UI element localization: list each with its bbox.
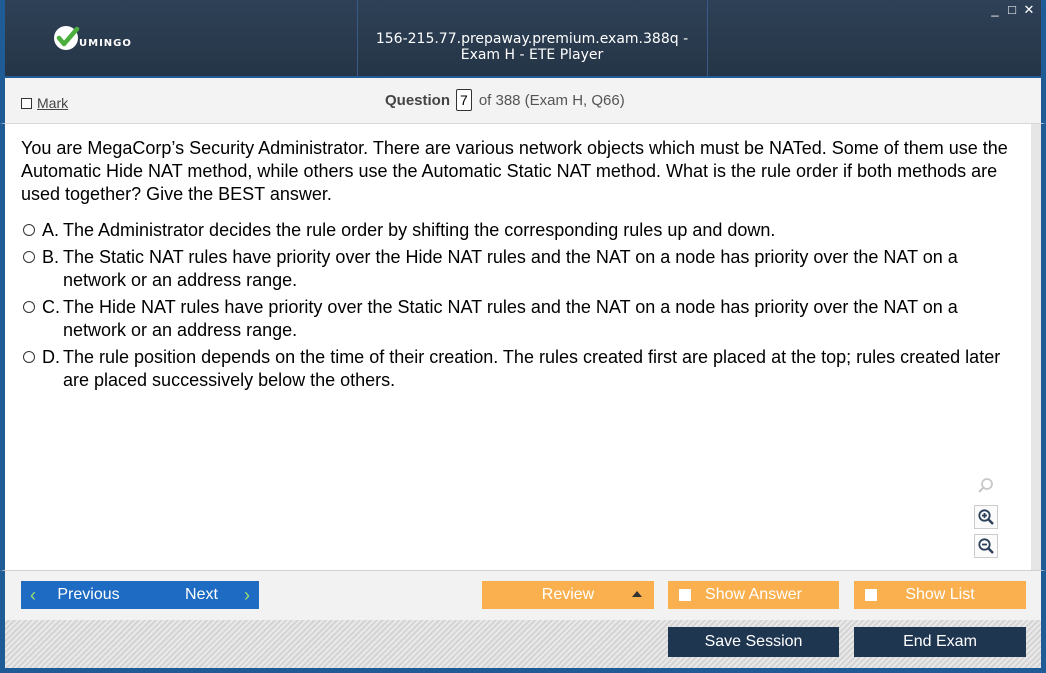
question-header: Mark Question 7 of 388 (Exam H, Q66): [0, 76, 1046, 124]
radio-button[interactable]: [23, 251, 35, 263]
chevron-right-icon: ›: [244, 585, 250, 605]
radio-button[interactable]: [23, 351, 35, 363]
radio-button[interactable]: [23, 301, 35, 313]
title-divider: [707, 0, 708, 76]
option-letter: A.: [42, 220, 60, 240]
option-text[interactable]: The rule position depends on the time of…: [63, 346, 1013, 392]
zoom-out-icon[interactable]: [974, 534, 998, 558]
question-counter: Question 7 of 388 (Exam H, Q66): [385, 89, 625, 111]
question-number-input[interactable]: 7: [456, 89, 472, 111]
show-list-label: Show List: [905, 586, 975, 603]
logo-text: UMINGO: [79, 37, 132, 49]
title-bar: UMINGO 156-215.77.prepaway.premium.exam.…: [0, 0, 1046, 76]
window-controls: _ □ ✕: [989, 3, 1035, 17]
question-text: You are MegaCorp’s Security Administrato…: [21, 138, 1008, 204]
window-title: 156-215.77.prepaway.premium.exam.388q - …: [375, 31, 689, 63]
review-button[interactable]: Review: [482, 581, 654, 609]
checkbox-icon[interactable]: [679, 589, 691, 601]
previous-button[interactable]: ‹ Previous: [21, 581, 156, 609]
maximize-button[interactable]: □: [1006, 3, 1018, 17]
question-total: of 388 (Exam H, Q66): [478, 91, 625, 109]
close-button[interactable]: ✕: [1023, 3, 1035, 17]
radio-button[interactable]: [23, 224, 35, 236]
end-exam-button[interactable]: End Exam: [854, 627, 1026, 657]
previous-label: Previous: [57, 586, 120, 603]
checkbox-icon[interactable]: [865, 589, 877, 601]
option-text[interactable]: The Static NAT rules have priority over …: [63, 246, 1013, 292]
mark-checkbox[interactable]: Mark: [21, 95, 68, 111]
option-text[interactable]: The Hide NAT rules have priority over th…: [63, 296, 1013, 342]
question-label: Question: [385, 91, 451, 109]
mark-label[interactable]: Mark: [37, 95, 68, 111]
footer-bar: Save Session End Exam: [0, 620, 1046, 673]
show-list-button[interactable]: Show List: [854, 581, 1026, 609]
review-label: Review: [541, 586, 595, 603]
question-content: You are MegaCorp’s Security Administrato…: [0, 124, 1046, 570]
scrollbar[interactable]: [1031, 124, 1041, 570]
minimize-button[interactable]: _: [989, 3, 1001, 17]
option-letter: C.: [42, 297, 60, 317]
show-answer-button[interactable]: Show Answer: [668, 581, 839, 609]
option-letter: D.: [42, 347, 60, 367]
navigation-bar: ‹ Previous Next › Review Show Answer Sho…: [0, 570, 1046, 620]
checkbox-icon[interactable]: [21, 97, 32, 109]
next-button[interactable]: Next ›: [144, 581, 259, 609]
next-label: Next: [185, 586, 218, 603]
search-icon: [974, 474, 998, 498]
vumingo-logo: UMINGO: [53, 24, 132, 52]
triangle-up-icon: [632, 591, 642, 597]
zoom-in-icon[interactable]: [974, 505, 998, 529]
option-text[interactable]: The Administrator decides the rule order…: [63, 219, 1013, 242]
option-letter: B.: [42, 247, 60, 267]
save-session-button[interactable]: Save Session: [668, 627, 839, 657]
show-answer-label: Show Answer: [705, 586, 802, 603]
chevron-left-icon: ‹: [30, 585, 36, 605]
